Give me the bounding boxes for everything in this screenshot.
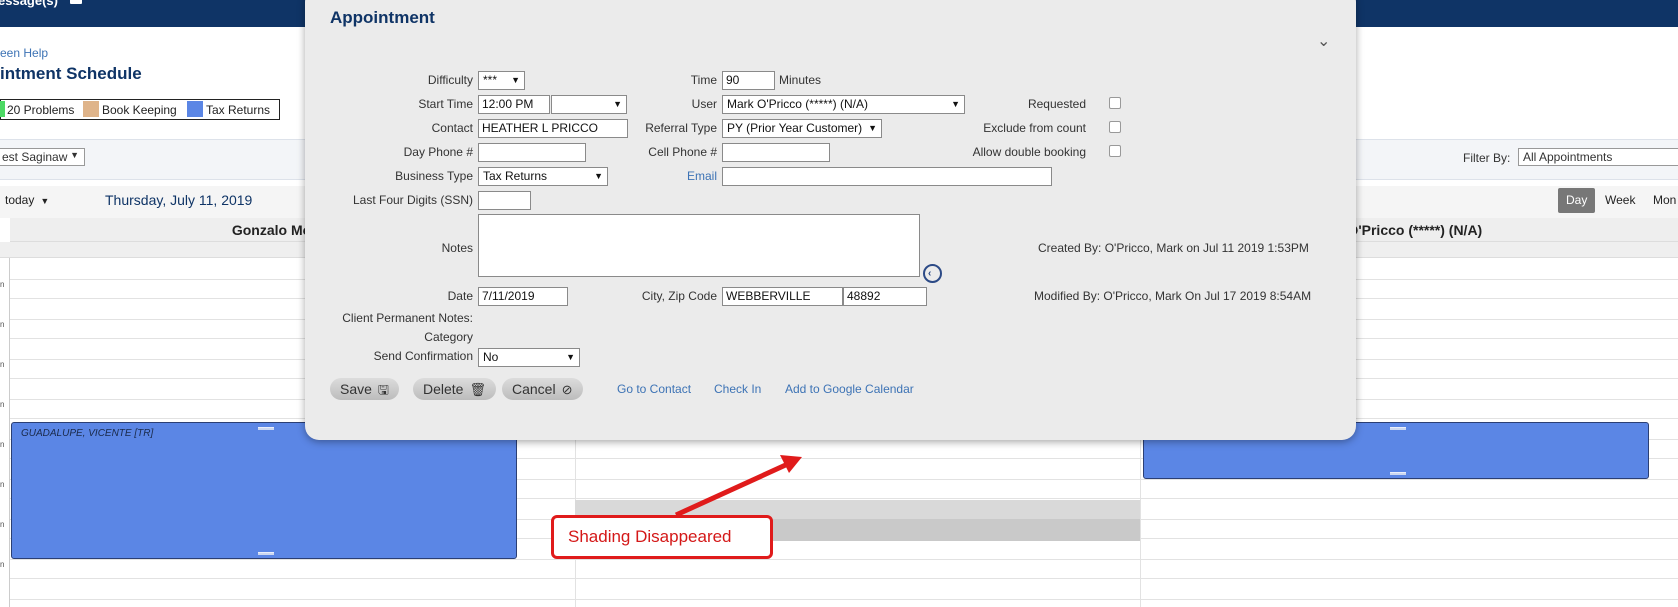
annotation-arrow xyxy=(674,455,802,518)
annotation-callout: Shading Disappeared xyxy=(551,515,773,559)
